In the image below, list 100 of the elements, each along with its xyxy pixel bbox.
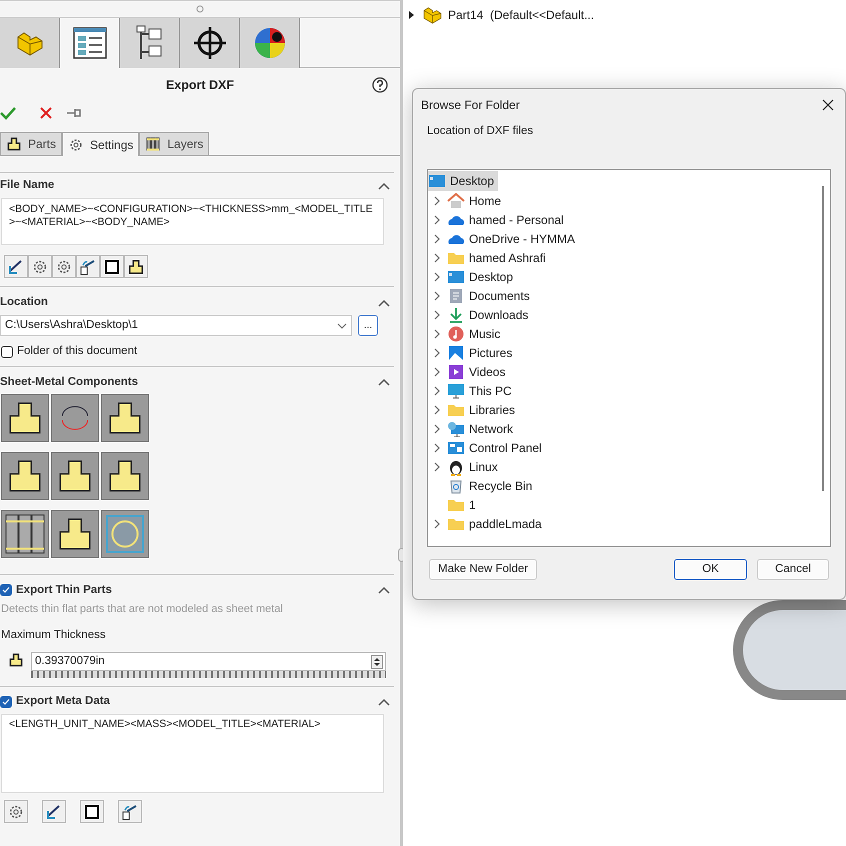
folder-item[interactable]: OneDrive - HYMMA [469,230,576,248]
component-toggle[interactable] [1,394,49,442]
folder-item[interactable]: Desktop [469,268,514,286]
crosshair-icon [192,25,228,61]
close-button[interactable] [821,98,835,112]
folder-item[interactable]: Pictures [469,344,512,362]
part-icon [422,5,442,25]
toolbar-button[interactable] [118,800,142,823]
close-icon [40,107,52,119]
component-toggle[interactable] [51,452,99,500]
folder-item[interactable]: Desktop [428,171,498,192]
linked-dimension-icon [121,802,139,820]
folder-item[interactable]: 1 [469,496,476,514]
scrollbar-thumb[interactable] [822,186,824,492]
folder-icon [447,250,465,265]
folder-item[interactable]: paddleLmada [469,514,542,533]
settings-tab[interactable]: Layers [139,132,210,155]
file-name-field[interactable]: <BODY_NAME>~<CONFIGURATION>~<THICKNESS>mm_<MODEL_TITLE>~<MATERIAL>~<BODY_NAME> [1,198,384,245]
checkbox[interactable] [0,696,12,708]
recycle-bin-icon [449,478,463,494]
chevron-right-icon [434,290,440,301]
linked-dimension-icon [79,258,97,276]
meta-data-field[interactable]: <LENGTH_UNIT_NAME><MASS><MODEL_TITLE><MATERIAL> [1,714,384,793]
ok-button[interactable] [0,105,16,121]
pin-icon [67,108,81,118]
folder-icon [447,402,465,417]
toolbar-button[interactable] [28,255,52,278]
settings-tab[interactable]: Parts [0,132,62,155]
toolbar-button[interactable] [42,800,66,823]
manager-tab[interactable] [180,18,240,68]
square-icon [83,802,101,820]
chevron-right-icon [434,272,440,282]
toolbar-button[interactable] [52,255,76,278]
component-toggle[interactable] [1,452,49,500]
part-icon [127,258,145,276]
toolbar-button[interactable] [80,800,104,823]
toolbar-button[interactable] [4,800,28,823]
spinner-icon [371,654,383,668]
folder-item[interactable]: Downloads [469,306,528,324]
component-toggle[interactable] [51,394,99,442]
manager-tab[interactable] [60,18,120,68]
chevron-right-icon [434,442,440,453]
part-icon [6,136,22,152]
toolbar-button[interactable] [124,255,148,278]
folder-item[interactable]: Recycle Bin [469,476,532,495]
section-heading: Export Thin Parts [16,582,112,598]
checkbox[interactable] [0,584,12,596]
monitor-icon [447,382,465,399]
section-heading: Export Meta Data [16,694,110,710]
control-panel-icon [447,440,465,455]
folder-item[interactable]: Linux [469,458,498,476]
expand-button[interactable] [408,10,416,20]
chevron-right-icon [434,234,440,244]
component-toggle[interactable] [1,510,49,558]
collapse-icon [378,182,390,190]
dialog-prompt: Location of DXF files [427,124,534,139]
folder-item[interactable]: Music [469,324,500,343]
home-icon [447,192,465,209]
toolbar-button[interactable] [4,255,28,278]
cancel-button[interactable] [38,105,54,121]
settings-tab[interactable]: Settings [62,132,140,156]
folder-item[interactable]: Network [469,420,514,438]
component-toggle[interactable] [101,510,149,558]
desktop-icon [447,270,465,284]
collapse-icon [378,586,390,594]
manager-tab[interactable] [240,18,300,68]
download-icon [448,306,464,323]
close-icon [822,99,834,111]
folder-item[interactable]: Control Panel [469,438,542,457]
folder-item[interactable]: Libraries [469,400,516,419]
dialog-button[interactable]: OK [674,559,747,580]
toolbar-button[interactable] [76,255,100,278]
toolbar-button[interactable] [100,255,124,278]
thickness-field[interactable]: 0.39370079in [31,652,386,671]
collapse-icon [378,378,390,386]
property-list-icon [72,26,108,60]
location-dropdown[interactable]: C:\Users\Ashra\Desktop\1 [0,315,352,336]
folder-item[interactable]: hamed Ashrafi [469,248,546,267]
folder-item[interactable]: Documents [469,286,530,305]
folder-item[interactable]: Videos [469,362,506,381]
folder-item[interactable]: Home [469,192,502,210]
configuration-tree-icon [134,25,164,61]
component-toggle[interactable] [51,510,99,558]
component-toggle[interactable] [101,394,149,442]
document-icon [449,288,463,304]
layers-icon [145,136,162,152]
browse-button[interactable]: ... [358,315,378,336]
chevron-right-icon [434,214,440,225]
dialog-title: Browse For Folder [421,97,520,114]
tree-item[interactable]: Part14 (Default<<Default... [448,6,594,24]
folder-item[interactable]: hamed - Personal [469,210,564,229]
chevron-right-icon [434,462,440,472]
checkbox[interactable] [1,346,13,358]
component-toggle[interactable] [101,452,149,500]
manager-tab[interactable] [120,18,180,68]
dialog-button[interactable]: Make New Folder [429,559,538,580]
dialog-button[interactable]: Cancel [757,559,829,580]
video-icon [448,364,464,380]
folder-item[interactable]: This PC [469,382,512,400]
chevron-right-icon [434,404,440,415]
